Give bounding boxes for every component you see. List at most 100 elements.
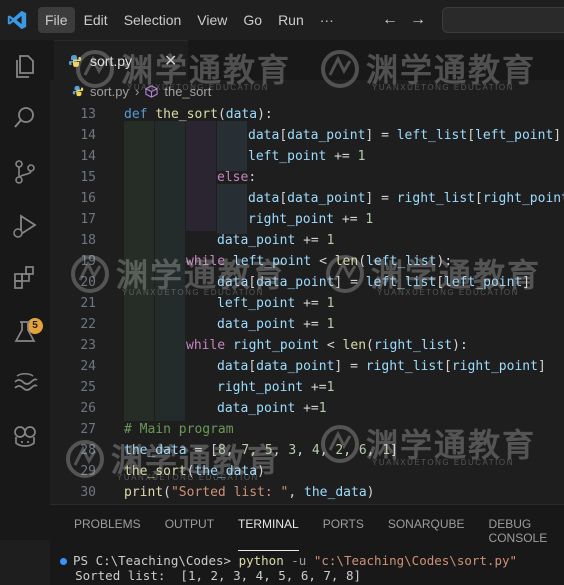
command-center-search[interactable] (442, 7, 564, 33)
panel-tab[interactable]: SONARQUBE (388, 517, 465, 545)
code-token: : (248, 170, 257, 185)
menu-item[interactable]: Edit (77, 7, 115, 33)
code-token: else (217, 170, 249, 185)
code-line[interactable]: 29 the_sort(the_data) (50, 461, 564, 482)
panel-tab[interactable]: PORTS (323, 517, 364, 545)
code-text: else: (217, 167, 256, 188)
code-line[interactable]: 24 data[data_point] = right_list[right_po… (50, 356, 564, 377)
code-token: , (343, 443, 359, 458)
code-line[interactable]: 13 def the_sort(data): (50, 104, 564, 125)
close-icon[interactable]: ✕ (164, 51, 177, 71)
code-token: left_list (366, 254, 437, 269)
panel-tab[interactable]: PROBLEMS (74, 517, 141, 545)
code-token: ( (163, 485, 171, 500)
panel-tab[interactable]: DEBUG CONSOLE (489, 517, 564, 545)
breadcrumb-file[interactable]: sort.py (90, 84, 129, 99)
copilot-icon[interactable] (11, 422, 39, 450)
code-token: < (319, 338, 343, 353)
code-text: # Main program (124, 419, 234, 440)
code-line[interactable]: 15 else: (50, 167, 564, 188)
code-token: 5 (264, 443, 273, 458)
panel-tab[interactable]: OUTPUT (165, 517, 214, 545)
code-token: ] (522, 275, 531, 290)
terminal-command: python (238, 553, 284, 568)
terminal-flag: -u (283, 553, 314, 568)
code-line[interactable]: 14 data[data_point] = left_list[left_poin… (50, 125, 564, 146)
code-token: data (225, 107, 258, 122)
code-token: ] = (365, 191, 397, 206)
menu-item[interactable]: View (190, 7, 234, 33)
code-line[interactable]: 16 data[data_point] = right_list[right_po… (50, 188, 564, 209)
code-editor[interactable]: 13 def the_sort(data): 14 data[data_point] … (50, 100, 564, 504)
python-file-icon (72, 85, 84, 97)
code-token: ( (366, 338, 374, 353)
code-line[interactable]: 20 data[data_point] = left_list[left_poin… (50, 272, 564, 293)
code-token: , (366, 443, 383, 458)
code-text: while left_point < len(left_list): (186, 251, 452, 272)
menu-item[interactable]: File (38, 7, 75, 33)
code-token: while (186, 254, 233, 269)
code-line[interactable]: 18 data_point += 1 (50, 230, 564, 251)
code-token: , (249, 443, 265, 458)
code-line[interactable]: 21 left_point += 1 (50, 293, 564, 314)
vscode-logo-icon[interactable] (6, 9, 28, 31)
testing-flask-icon[interactable] (11, 318, 39, 346)
code-token: right_list (373, 338, 453, 353)
code-token: ] (537, 359, 546, 374)
menu-item[interactable]: ··· (313, 7, 341, 33)
terminal-prompt: PS C:\Teaching\Codes> (73, 553, 239, 568)
sonar-wave-icon[interactable] (11, 370, 39, 398)
watermark-sub: YUANXUETONG EDUCATION (372, 83, 514, 92)
code-line[interactable]: 30 print("Sorted list: ", the_data) (50, 482, 564, 503)
run-debug-icon[interactable] (11, 212, 39, 240)
code-token: left_point (217, 296, 296, 311)
code-line[interactable]: 27 # Main program (50, 419, 564, 440)
menu-item[interactable]: Run (271, 7, 311, 33)
code-token: data_point (256, 275, 335, 290)
code-line[interactable]: 19 while left_point < len(left_list): (50, 251, 564, 272)
forward-arrow-icon[interactable]: → (410, 11, 426, 29)
terminal-output[interactable]: PS C:\Teaching\Codes> python -u "c:\Teac… (60, 553, 517, 583)
code-token: += (303, 380, 327, 395)
code-token: right_list (396, 191, 476, 206)
code-line[interactable]: 26 data_point +=1 (50, 398, 564, 419)
code-line[interactable]: 25 right_point +=1 (50, 377, 564, 398)
explorer-files-icon[interactable] (11, 52, 39, 80)
menu-item[interactable]: Selection (117, 7, 189, 33)
code-line[interactable]: 23 while right_point < len(right_list): (50, 335, 564, 356)
source-control-icon[interactable] (11, 158, 39, 186)
panel-tab[interactable]: TERMINAL (238, 517, 299, 551)
breadcrumb-symbol[interactable]: the_sort (164, 84, 211, 99)
code-text: right_point +=1 (217, 377, 334, 398)
menu-item[interactable]: Go (236, 7, 269, 33)
code-token: ] = (334, 359, 366, 374)
code-line[interactable]: 17 right_point += 1 (50, 209, 564, 230)
code-token: data (248, 128, 280, 143)
code-token: def (124, 107, 156, 122)
code-token: [ (248, 359, 257, 374)
code-token: , (319, 443, 336, 458)
code-token: data (217, 359, 249, 374)
code-token: data_point (217, 401, 296, 416)
code-token: right_point (232, 338, 320, 353)
code-token: ] = (334, 275, 366, 290)
search-icon[interactable] (11, 104, 39, 132)
code-token: [ (279, 128, 288, 143)
code-text: data[data_point] = right_list[right_poin… (248, 188, 564, 209)
line-number: 24 (80, 359, 96, 374)
code-line[interactable]: 28 the_data = [8, 7, 5, 3, 4, 2, 6, 1] (50, 440, 564, 461)
code-token: 1 (326, 380, 335, 395)
code-token: # Main program (124, 422, 234, 437)
extensions-icon[interactable] (11, 264, 39, 292)
code-token: right_list (365, 359, 445, 374)
code-line[interactable]: 22 data_point += 1 (50, 314, 564, 335)
back-arrow-icon[interactable]: ← (382, 11, 398, 29)
code-token: 1 (382, 443, 391, 458)
tab-sort-py[interactable]: sort.py ✕ (54, 40, 188, 81)
code-token: ) (366, 485, 375, 500)
code-token: 8 (217, 443, 226, 458)
code-token: += (334, 212, 366, 227)
code-line[interactable]: 14 left_point += 1 (50, 146, 564, 167)
code-token: ( (358, 254, 367, 269)
code-text: data_point +=1 (217, 398, 327, 419)
